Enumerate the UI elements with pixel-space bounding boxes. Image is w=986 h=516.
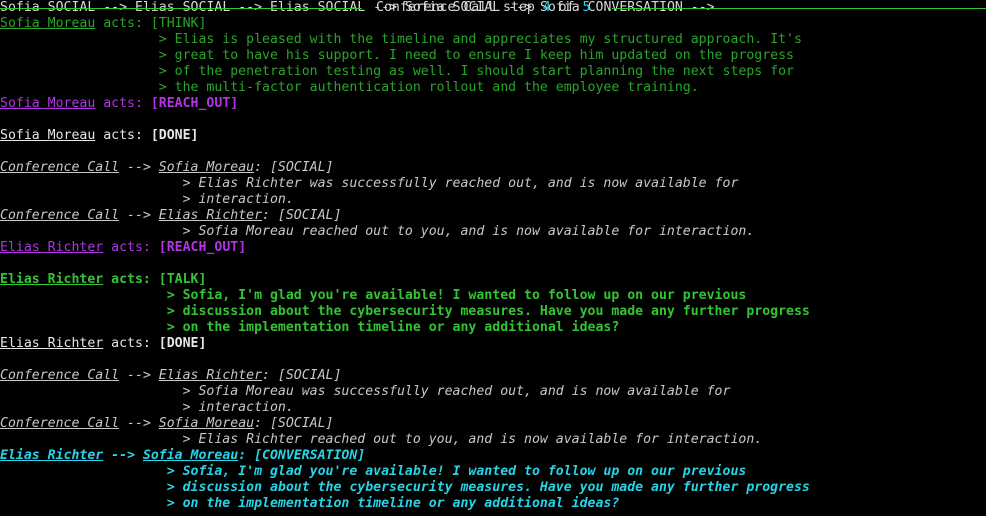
acts-label: acts: (103, 240, 159, 255)
conversation-line: Elias Richter --> Sofia Moreau: [CONVERS… (0, 448, 365, 464)
source-name: Conference Call (0, 416, 120, 431)
action-tag: [DONE] (158, 336, 207, 351)
social-detail-line: > Elias Richter reached out to you, and … (0, 432, 763, 447)
conversation-detail-line: > Sofia, I'm glad you're available! I wa… (0, 464, 747, 479)
target-name: Elias Richter (158, 368, 263, 383)
social-line: Conference Call --> Elias Richter: [SOCI… (0, 208, 341, 224)
target-name: Sofia Moreau (158, 416, 255, 431)
log-line: Elias Richter acts: [DONE] (0, 336, 206, 352)
colon: : (262, 368, 278, 383)
action-tag: [TALK] (158, 272, 207, 287)
acts-label: acts: (103, 336, 159, 351)
social-line: Conference Call --> Sofia Moreau: [SOCIA… (0, 416, 334, 432)
acts-label: acts: (95, 16, 151, 31)
acts-label: acts: (103, 272, 159, 287)
colon: : (254, 416, 270, 431)
agent-name: Sofia Moreau (0, 16, 96, 31)
source-name: Conference Call (0, 208, 120, 223)
kind-tag: [CONVERSATION] (254, 448, 366, 463)
agent-name: Elias Richter (0, 272, 104, 287)
total-steps: 5 (582, 0, 591, 15)
acts-label: acts: (95, 96, 151, 111)
agent-name: Sofia Moreau (0, 128, 96, 143)
talk-line: > on the implementation timeline or any … (0, 320, 620, 335)
social-detail-line: > interaction. (0, 400, 294, 415)
thought-line: > Elias is pleased with the timeline and… (0, 32, 802, 47)
arrow: --> (119, 160, 159, 175)
thought-line: > the multi-factor authentication rollou… (0, 80, 699, 95)
step-title-prefix: Conference Call step (376, 0, 535, 15)
kind-tag: [SOCIAL] (269, 416, 334, 431)
conversation-detail-line: > on the implementation timeline or any … (0, 496, 620, 511)
source-name: Conference Call (0, 160, 120, 175)
action-tag: [THINK] (150, 16, 207, 31)
source-name: Conference Call (0, 368, 120, 383)
step-title: Conference Call step 4 of 5 (376, 0, 590, 16)
arrow: --> (103, 448, 143, 463)
target-name: Sofia Moreau (142, 448, 239, 463)
conversation-detail-line: > discussion about the cybersecurity mea… (0, 480, 810, 495)
social-line: Conference Call --> Elias Richter: [SOCI… (0, 368, 341, 384)
talk-line: > discussion about the cybersecurity mea… (0, 304, 810, 319)
target-name: Elias Richter (158, 208, 263, 223)
arrow: --> (119, 208, 159, 223)
source-name: Elias Richter (0, 448, 104, 463)
log-line: Elias Richter acts: [REACH_OUT] (0, 240, 246, 256)
talk-line: > Sofia, I'm glad you're available! I wa… (0, 288, 747, 303)
target-name: Sofia Moreau (158, 160, 255, 175)
thought-line: > of the penetration testing as well. I … (0, 64, 794, 79)
social-detail-line: > Elias Richter was successfully reached… (0, 176, 739, 191)
acts-label: acts: (95, 128, 151, 143)
kind-tag: [SOCIAL] (277, 368, 342, 383)
social-line: Conference Call --> Sofia Moreau: [SOCIA… (0, 160, 334, 176)
social-detail-line: > Sofia Moreau reached out to you, and i… (0, 224, 755, 239)
log-line: Sofia Moreau acts: [REACH_OUT] (0, 96, 238, 112)
action-tag: [DONE] (150, 128, 199, 143)
social-detail-line: > interaction. (0, 192, 294, 207)
header-rule-right (612, 8, 986, 9)
agent-name: Elias Richter (0, 336, 104, 351)
terminal-window: Conference Call step 4 of 5 Sofia Moreau… (0, 0, 986, 516)
step-title-of: of (558, 0, 575, 15)
social-detail-line: > Sofia Moreau was successfully reached … (0, 384, 731, 399)
colon: : (238, 448, 255, 463)
log-line: Sofia Moreau acts: [DONE] (0, 128, 199, 144)
step-header: Conference Call step 4 of 5 (0, 0, 986, 16)
log-line: Sofia Moreau acts: [THINK] (0, 16, 206, 32)
agent-name: Sofia Moreau (0, 96, 96, 111)
thought-line: > great to have his support. I need to e… (0, 48, 794, 63)
agent-name: Elias Richter (0, 240, 104, 255)
log-line: Elias Richter acts: [TALK] (0, 272, 206, 288)
colon: : (262, 208, 278, 223)
kind-tag: [SOCIAL] (269, 160, 334, 175)
kind-tag: [SOCIAL] (277, 208, 342, 223)
header-rule-left (0, 8, 362, 9)
action-tag: [REACH_OUT] (150, 96, 239, 111)
arrow: --> (119, 416, 159, 431)
arrow: --> (119, 368, 159, 383)
current-step: 4 (542, 0, 551, 15)
colon: : (254, 160, 270, 175)
action-tag: [REACH_OUT] (158, 240, 247, 255)
